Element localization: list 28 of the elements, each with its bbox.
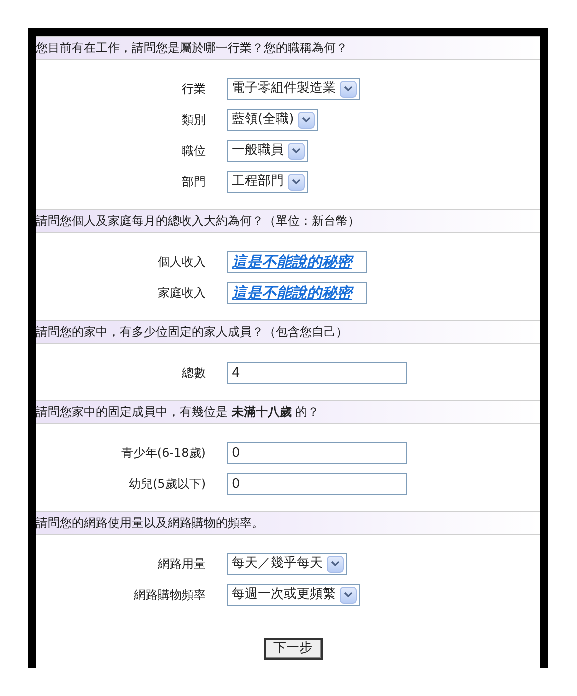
section-heading: 請問您的網路使用量以及網路購物的頻率。 [36,511,540,535]
input-field[interactable]: 0 [227,473,407,495]
dropdown[interactable]: 工程部門 [227,171,308,193]
field-label: 家庭收入 [157,285,206,302]
dropdown[interactable]: 藍領(全職) [227,109,318,131]
dropdown[interactable]: 每週一次或更頻繁 [227,584,360,606]
input-field[interactable]: 這是不能說的秘密 [227,251,367,273]
field-label: 網路購物頻率 [133,587,206,604]
field-label: 網路用量 [157,556,206,573]
field-label: 類別 [181,112,206,129]
section-heading: 您目前有在工作，請問您是屬於哪一行業？您的職稱為何？ [36,36,540,60]
dropdown[interactable]: 每天／幾乎每天 [227,553,347,575]
dropdown[interactable]: 一般職員 [227,140,308,162]
section-heading: 請問您的家中，有多少位固定的家人成員？（包含您自己） [36,320,540,344]
section-heading: 請問您家中的固定成員中，有幾位是 未滿十八歲 的？ [36,400,540,424]
input-field[interactable]: 0 [227,442,407,464]
input-field[interactable]: 這是不能說的秘密 [227,282,367,304]
input-field[interactable]: 4 [227,362,407,384]
next-button[interactable]: 下一步 [264,638,322,660]
dropdown[interactable]: 電子零組件製造業 [227,78,360,100]
field-label: 幼兒(5歲以下) [128,476,206,493]
field-label: 青少年(6-18歲) [120,445,206,462]
section-heading: 請問您個人及家庭每月的總收入大約為何？（單位：新台幣） [36,209,540,233]
field-label: 個人收入 [157,254,206,271]
field-label: 行業 [181,81,206,98]
field-label: 總數 [181,365,206,382]
field-label: 部門 [181,174,206,191]
field-label: 職位 [181,143,206,160]
